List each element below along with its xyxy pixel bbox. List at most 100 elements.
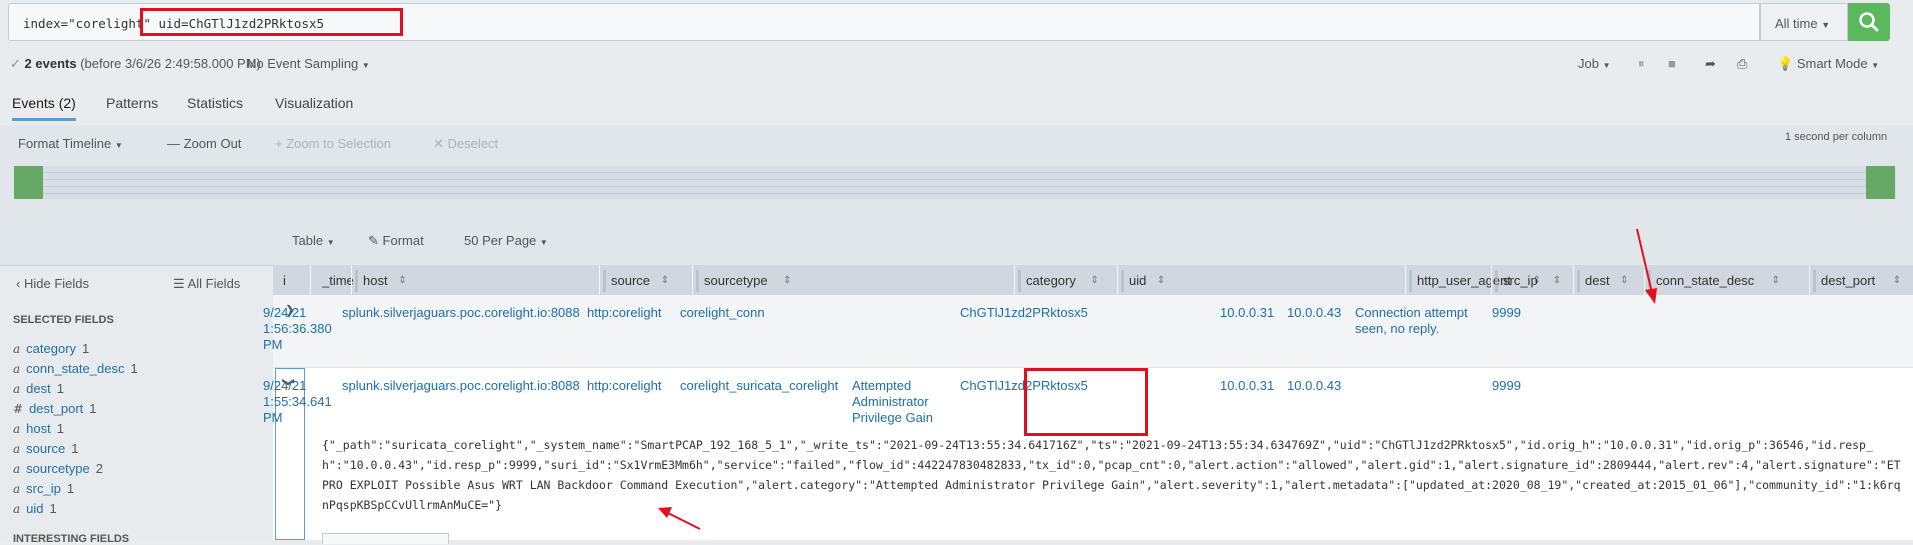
event-sampling-dropdown[interactable]: No Event Sampling ▼ xyxy=(247,56,370,71)
sourcetype-cell[interactable]: corelight_conn xyxy=(680,303,765,323)
search-button[interactable] xyxy=(1848,3,1890,41)
host-cell[interactable]: splunk.silverjaguars.poc.corelight.io:80… xyxy=(342,303,580,323)
timeline-gridline xyxy=(14,179,1896,180)
timeline-bar[interactable] xyxy=(14,166,43,199)
sort-icon[interactable]: ⇕ xyxy=(1893,275,1901,286)
field-name: host xyxy=(26,421,51,436)
column-drag-handle[interactable] xyxy=(1409,270,1412,292)
deselect-label: Deselect xyxy=(447,136,499,151)
zoom-selection-label: Zoom to Selection xyxy=(286,136,391,151)
caret-down-icon: ▼ xyxy=(114,141,123,150)
column-divider xyxy=(599,265,600,295)
smart-mode-dropdown[interactable]: 💡 Smart Mode ▼ xyxy=(1777,56,1879,72)
time-cell[interactable]: PM xyxy=(263,408,283,428)
column-drag-handle[interactable] xyxy=(1018,270,1021,292)
events-count: 2 events xyxy=(24,56,77,71)
pause-icon[interactable]: ⏸ xyxy=(1638,56,1645,72)
src-ip-cell[interactable]: 10.0.0.31 xyxy=(1220,376,1274,396)
search-icon xyxy=(1859,12,1879,32)
column-drag-handle[interactable] xyxy=(1577,270,1580,292)
event-actions-button[interactable] xyxy=(322,533,449,544)
time-cell[interactable]: PM xyxy=(263,335,283,355)
column-header-dest-port[interactable]: dest_port xyxy=(1821,273,1875,288)
column-drag-handle[interactable] xyxy=(1121,270,1124,292)
active-tab-indicator xyxy=(12,118,76,121)
timeline-gridline xyxy=(14,186,1896,187)
column-drag-handle[interactable] xyxy=(603,270,606,292)
smart-mode-label: Smart Mode xyxy=(1796,56,1868,71)
source-cell[interactable]: http:corelight xyxy=(587,303,661,323)
sort-icon[interactable]: ⇕ xyxy=(1553,275,1561,286)
dest-cell[interactable]: 10.0.0.43 xyxy=(1287,376,1341,396)
field-count: 1 xyxy=(66,481,75,496)
field-uid[interactable]: a uid 1 xyxy=(13,501,57,516)
sort-icon[interactable]: ⇕ xyxy=(783,275,791,286)
format-timeline-dropdown[interactable]: Format Timeline ▼ xyxy=(18,136,123,151)
job-label: Job xyxy=(1578,56,1599,71)
timeline-chart[interactable] xyxy=(14,166,1896,199)
annotation-box-category xyxy=(1024,368,1148,436)
print-icon[interactable]: ⎙ xyxy=(1737,56,1747,72)
column-drag-handle[interactable] xyxy=(1813,270,1816,292)
field-type-icon: a xyxy=(13,362,21,376)
src-ip-cell[interactable]: 10.0.0.31 xyxy=(1220,303,1274,323)
column-header-i[interactable]: i xyxy=(283,273,286,288)
share-icon[interactable]: ➦ xyxy=(1705,56,1716,72)
sort-icon[interactable]: ⇕ xyxy=(1772,275,1780,286)
column-header-source[interactable]: source xyxy=(611,273,650,288)
column-header-src-ip[interactable]: src_ip xyxy=(1503,273,1538,288)
field-dest[interactable]: a dest 1 xyxy=(13,381,64,396)
stop-icon[interactable]: ■ xyxy=(1668,56,1676,71)
all-fields-button[interactable]: ☰ All Fields xyxy=(173,276,240,292)
zoom-to-selection-button[interactable]: + Zoom to Selection xyxy=(275,136,391,151)
column-header-host[interactable]: host xyxy=(363,273,388,288)
format-button[interactable]: ✎ Format xyxy=(368,233,424,249)
timeline-bar[interactable] xyxy=(1866,166,1895,199)
field-dest-port[interactable]: # dest_port 1 xyxy=(13,401,97,416)
tab-visualization[interactable]: Visualization xyxy=(275,95,353,111)
zoom-out-button[interactable]: — Zoom Out xyxy=(167,136,241,151)
column-header-category[interactable]: category xyxy=(1026,273,1076,288)
sort-icon[interactable]: ⇕ xyxy=(661,275,669,286)
job-menu[interactable]: Job ▼ xyxy=(1578,56,1611,71)
sort-icon[interactable]: ⇕ xyxy=(1157,275,1165,286)
table-view-dropdown[interactable]: Table ▼ xyxy=(292,233,335,248)
field-src-ip[interactable]: a src_ip 1 xyxy=(13,481,74,496)
tab-patterns[interactable]: Patterns xyxy=(106,95,158,111)
dest-port-cell[interactable]: 9999 xyxy=(1492,303,1521,323)
deselect-button[interactable]: ✕ Deselect xyxy=(433,136,498,152)
field-category[interactable]: a category 1 xyxy=(13,341,89,356)
field-count: 1 xyxy=(56,381,64,396)
conn-state-cell[interactable]: seen, no reply. xyxy=(1355,319,1439,339)
field-host[interactable]: a host 1 xyxy=(13,421,64,436)
interesting-fields-title: INTERESTING FIELDS xyxy=(13,533,130,545)
per-page-dropdown[interactable]: 50 Per Page ▼ xyxy=(464,233,548,248)
source-cell[interactable]: http:corelight xyxy=(587,376,661,396)
category-cell[interactable]: Privilege Gain xyxy=(852,408,933,428)
time-range-picker[interactable]: All time ▼ xyxy=(1760,3,1848,41)
column-drag-handle[interactable] xyxy=(1495,270,1498,292)
dest-cell[interactable]: 10.0.0.43 xyxy=(1287,303,1341,323)
field-count: 2 xyxy=(95,461,103,476)
column-header--time[interactable]: _time xyxy=(322,273,354,288)
field-conn-state-desc[interactable]: a conn_state_desc 1 xyxy=(13,361,138,376)
hide-fields-button[interactable]: ‹ Hide Fields xyxy=(16,276,89,291)
tab-statistics[interactable]: Statistics xyxy=(187,95,243,111)
sort-icon[interactable]: ⇕ xyxy=(1090,275,1098,286)
sourcetype-cell[interactable]: corelight_suricata_corelight xyxy=(680,376,838,396)
field-sourcetype[interactable]: a sourcetype 2 xyxy=(13,461,103,476)
caret-down-icon: ▼ xyxy=(1602,61,1611,70)
sort-icon[interactable]: ⇕ xyxy=(398,275,406,286)
column-drag-handle[interactable] xyxy=(355,270,358,292)
host-cell[interactable]: splunk.silverjaguars.poc.corelight.io:80… xyxy=(342,376,580,396)
tab-events[interactable]: Events (2) xyxy=(12,95,76,111)
uid-cell[interactable]: ChGTlJ1zd2PRktosx5 xyxy=(960,303,1088,323)
column-header-uid[interactable]: uid xyxy=(1129,273,1146,288)
field-count: 1 xyxy=(82,341,90,356)
field-source[interactable]: a source 1 xyxy=(13,441,78,456)
field-type-icon: a xyxy=(13,462,21,476)
dest-port-cell[interactable]: 9999 xyxy=(1492,376,1521,396)
column-header-sourcetype[interactable]: sourcetype xyxy=(704,273,768,288)
events-meta: (before 3/6/26 2:49:58.000 PM) xyxy=(80,56,261,71)
column-drag-handle[interactable] xyxy=(696,270,699,292)
